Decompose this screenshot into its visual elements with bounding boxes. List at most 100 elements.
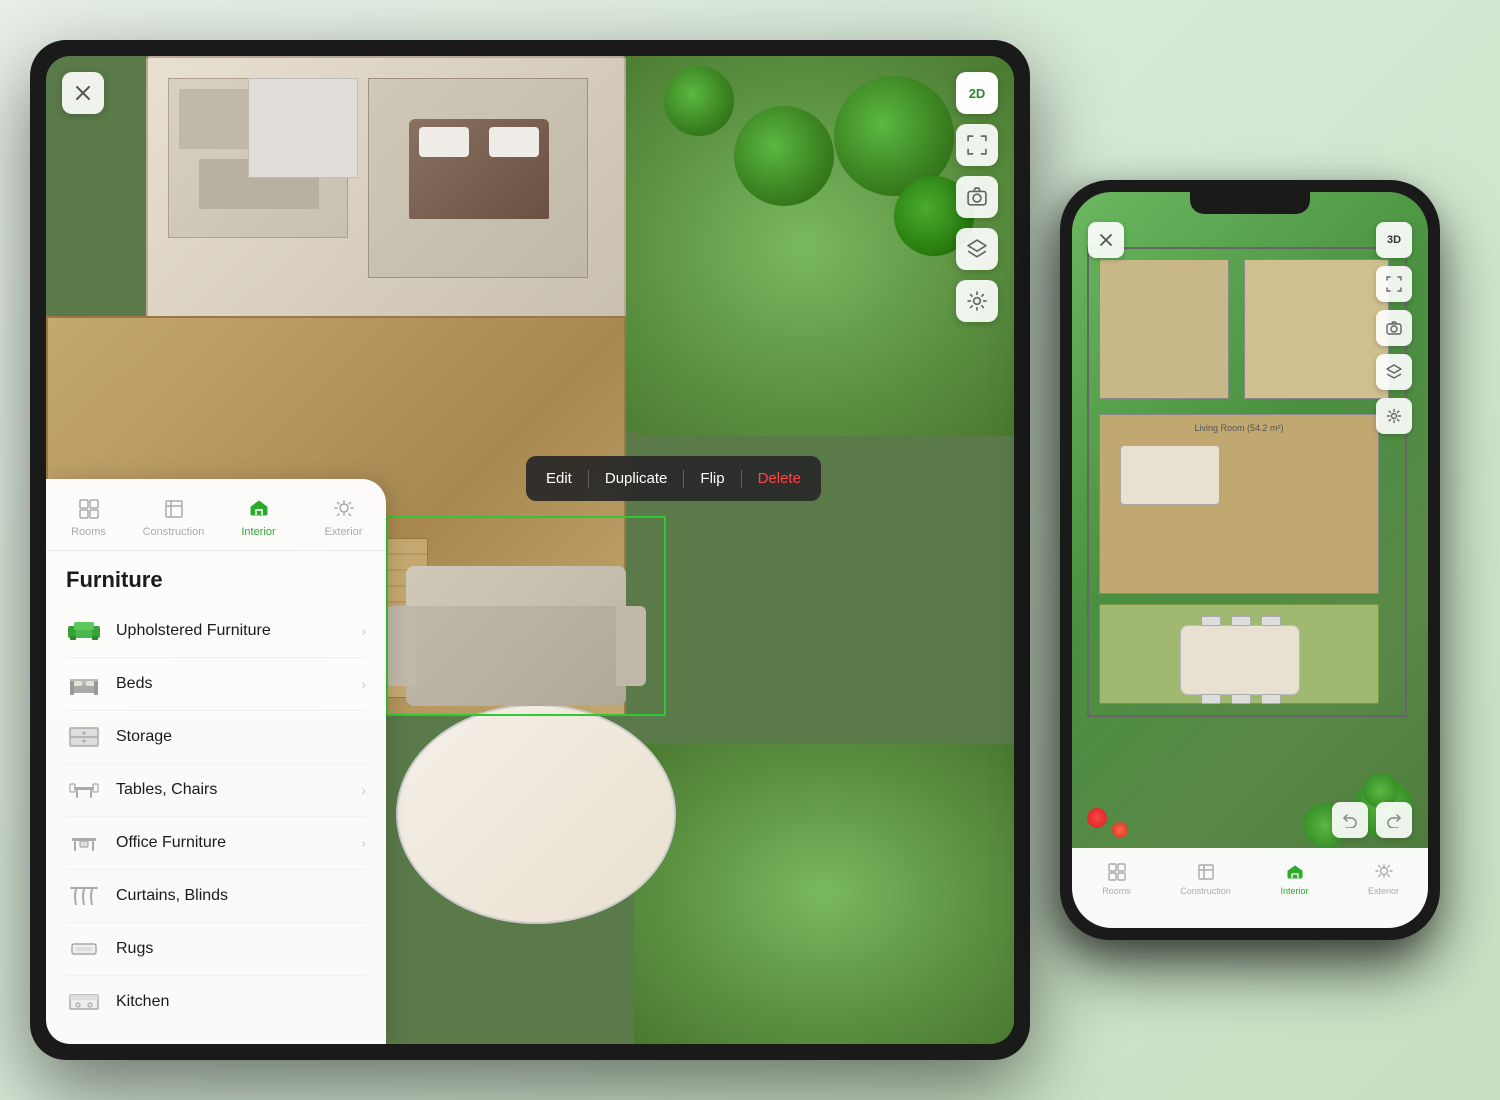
settings-button[interactable]	[956, 280, 998, 322]
fp-chair	[1201, 616, 1221, 626]
context-menu: Edit Duplicate Flip Delete	[526, 456, 821, 501]
rug-icon	[66, 935, 102, 963]
tablet-close-button[interactable]	[62, 72, 104, 114]
phone-screen: Living Room (54.2 m²)	[1072, 192, 1428, 928]
office-icon	[66, 829, 102, 857]
phone-close-button[interactable]	[1088, 222, 1124, 258]
chevron-right-icon: ›	[361, 835, 366, 851]
construction-icon	[160, 495, 188, 523]
phone-room-upper-left	[1099, 259, 1229, 399]
curtain-icon	[66, 882, 102, 910]
tablet-screen: Edit Duplicate Flip Delete 2D	[46, 56, 1014, 1044]
interior-icon	[245, 495, 273, 523]
selection-box	[386, 516, 666, 716]
fp-dining-table	[1180, 625, 1300, 695]
bed-object	[409, 119, 549, 219]
furniture-section-title: Furniture	[66, 567, 366, 593]
bathroom-area	[248, 78, 358, 178]
phone-undo-redo	[1332, 802, 1412, 838]
tab-exterior-label: Exterior	[325, 526, 363, 538]
phone-outer-wall: Living Room (54.2 m²)	[1087, 247, 1407, 717]
upholstered-furniture-label: Upholstered Furniture	[116, 622, 361, 640]
living-room-label: Living Room (54.2 m²)	[1194, 423, 1283, 433]
phone-construction-label: Construction	[1180, 886, 1231, 896]
rugs-label: Rugs	[116, 940, 366, 958]
bedroom-area	[368, 78, 588, 278]
phone-living-room: Living Room (54.2 m²)	[1099, 414, 1379, 594]
phone-interior-label: Interior	[1280, 886, 1308, 896]
phone-construction-icon	[1194, 860, 1218, 884]
storage-label: Storage	[116, 728, 366, 746]
house-upper-floor	[146, 56, 626, 336]
phone-settings-button[interactable]	[1376, 398, 1412, 434]
furniture-item-kitchen[interactable]: Kitchen	[66, 976, 366, 1028]
tab-interior-label: Interior	[241, 526, 275, 538]
phone-expand-button[interactable]	[1376, 266, 1412, 302]
furniture-item-rugs[interactable]: Rugs	[66, 923, 366, 976]
phone-tab-exterior[interactable]: Exterior	[1339, 854, 1428, 912]
phone-flower	[1087, 808, 1107, 828]
sofa-icon	[66, 617, 102, 645]
kitchen-label: Kitchen	[116, 993, 366, 1011]
tab-construction-label: Construction	[143, 526, 205, 538]
redo-button[interactable]	[1376, 802, 1412, 838]
furniture-item-storage[interactable]: Storage	[66, 711, 366, 764]
phone-interior-icon	[1283, 860, 1307, 884]
bed-icon	[66, 670, 102, 698]
fp-chair	[1231, 694, 1251, 704]
context-duplicate-button[interactable]: Duplicate	[589, 464, 684, 493]
furniture-item-beds[interactable]: Beds ›	[66, 658, 366, 711]
phone-patio	[1099, 604, 1379, 704]
chevron-right-icon: ›	[361, 782, 366, 798]
phone-3d-button[interactable]: 3D	[1376, 222, 1412, 258]
furniture-item-curtains[interactable]: Curtains, Blinds	[66, 870, 366, 923]
table-chair-icon	[66, 776, 102, 804]
phone-bottom-bar: Rooms Construction	[1072, 848, 1428, 928]
tab-interior[interactable]: Interior	[216, 491, 301, 542]
camera-button[interactable]	[956, 176, 998, 218]
sidebar-panel: Rooms Construction	[46, 479, 386, 1044]
context-flip-button[interactable]: Flip	[684, 464, 740, 493]
lawn-area-bottom	[634, 744, 1014, 1044]
phone-rooms-label: Rooms	[1102, 886, 1131, 896]
tablet-device: Edit Duplicate Flip Delete 2D	[30, 40, 1030, 1060]
phone-top-bar: 3D	[1376, 222, 1412, 434]
phone-notch	[1190, 192, 1310, 214]
tree	[734, 106, 834, 206]
exterior-icon	[330, 495, 358, 523]
bed-pillow-2	[489, 127, 539, 157]
tab-construction[interactable]: Construction	[131, 491, 216, 542]
phone-tab-construction[interactable]: Construction	[1161, 854, 1250, 912]
fp-chair	[1231, 616, 1251, 626]
tab-rooms[interactable]: Rooms	[46, 491, 131, 542]
office-furniture-label: Office Furniture	[116, 834, 361, 852]
phone-tab-rooms[interactable]: Rooms	[1072, 854, 1161, 912]
phone-device: Living Room (54.2 m²)	[1060, 180, 1440, 940]
furniture-item-upholstered[interactable]: Upholstered Furniture ›	[66, 605, 366, 658]
dining-table-3d	[396, 704, 676, 924]
tree	[664, 66, 734, 136]
context-delete-button[interactable]: Delete	[742, 464, 817, 493]
layers-button[interactable]	[956, 228, 998, 270]
phone-layers-button[interactable]	[1376, 354, 1412, 390]
phone-camera-button[interactable]	[1376, 310, 1412, 346]
scene-container: Edit Duplicate Flip Delete 2D	[0, 0, 1500, 1100]
phone-tab-interior[interactable]: Interior	[1250, 854, 1339, 912]
storage-icon	[66, 723, 102, 751]
tab-exterior[interactable]: Exterior	[301, 491, 386, 542]
beds-label: Beds	[116, 675, 361, 693]
furniture-item-office[interactable]: Office Furniture ›	[66, 817, 366, 870]
tablet-top-bar: 2D	[956, 72, 998, 322]
furniture-item-tables-chairs[interactable]: Tables, Chairs ›	[66, 764, 366, 817]
furniture-list: Furniture	[46, 551, 386, 1044]
chevron-right-icon: ›	[361, 623, 366, 639]
tables-chairs-label: Tables, Chairs	[116, 781, 361, 799]
2d-view-button[interactable]: 2D	[956, 72, 998, 114]
expand-view-button[interactable]	[956, 124, 998, 166]
phone-rooms-icon	[1105, 860, 1129, 884]
fp-sofa	[1120, 445, 1220, 505]
fp-chair	[1201, 694, 1221, 704]
tab-bar: Rooms Construction	[46, 479, 386, 551]
undo-button[interactable]	[1332, 802, 1368, 838]
context-edit-button[interactable]: Edit	[530, 464, 588, 493]
